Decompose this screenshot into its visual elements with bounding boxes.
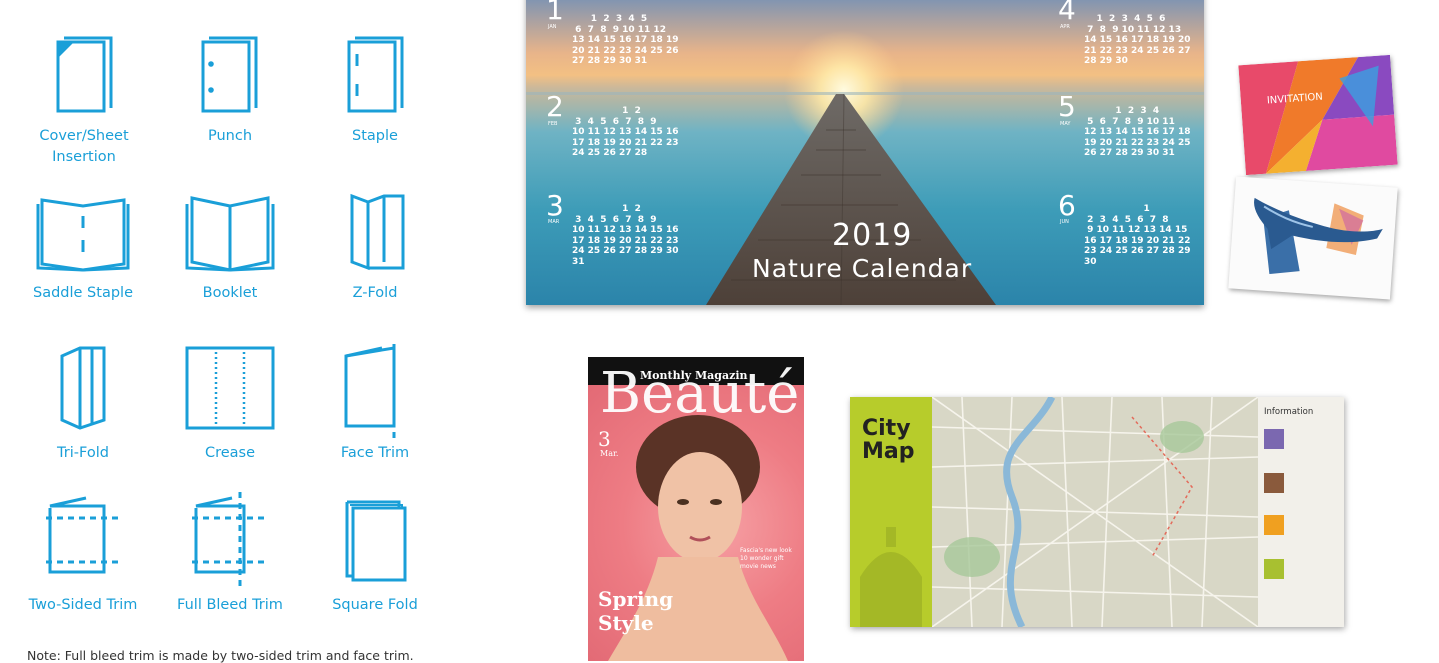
map-area-north-swatch bbox=[1264, 429, 1284, 449]
face-trim-label: Face Trim bbox=[340, 445, 410, 461]
calendar-month-6-days: 1 2 3 4 5 6 7 8 9 10 11 12 13 14 15 16 1… bbox=[1084, 204, 1191, 267]
full-bleed-trim-label: Full Bleed Trim bbox=[177, 597, 283, 613]
calendar-month-6-number: 6 bbox=[1058, 189, 1076, 222]
booklet-icon bbox=[185, 196, 275, 272]
punch-icon bbox=[201, 36, 258, 113]
cover-sheet-insertion-label: Cover/Sheet Insertion bbox=[39, 128, 129, 165]
calendar-year: 2019 bbox=[832, 218, 913, 253]
invitation-artwork bbox=[1238, 54, 1398, 176]
calendar-name: Nature Calendar bbox=[752, 254, 973, 283]
calendar-month-2-days: 1 2 3 4 5 6 7 8 9 10 11 12 13 14 15 16 1… bbox=[572, 106, 679, 158]
z-fold-icon bbox=[350, 193, 405, 271]
map-info-panel: Information bbox=[1258, 397, 1344, 627]
calendar-month-4-number: 4 bbox=[1058, 0, 1076, 26]
two-sided-trim-icon bbox=[46, 496, 120, 574]
magazine-headline: Spring Style bbox=[598, 587, 674, 635]
magazine-issue: 3 bbox=[598, 427, 611, 451]
invitation-card: INVITATION bbox=[1238, 54, 1398, 176]
calendar-month-3-days: 1 2 3 4 5 6 7 8 9 10 11 12 13 14 15 16 1… bbox=[572, 204, 679, 267]
face-trim-icon bbox=[344, 344, 396, 440]
staple-icon bbox=[347, 36, 404, 113]
two-sided-trim-label: Two-Sided Trim bbox=[28, 597, 138, 613]
punch-label: Punch bbox=[207, 128, 253, 144]
map-streets bbox=[932, 397, 1258, 627]
calendar-month-6-abbr: JUN bbox=[1060, 219, 1069, 225]
calendar-month-2-abbr: FEB bbox=[548, 121, 558, 127]
calendar-month-5-number: 5 bbox=[1058, 90, 1076, 123]
city-map-sample: City Map Information bbox=[850, 397, 1344, 627]
map-info-title: Information bbox=[1264, 407, 1314, 417]
tri-fold-label: Tri-Fold bbox=[57, 445, 109, 461]
square-fold-icon bbox=[345, 500, 407, 582]
map-dome-graphic bbox=[860, 527, 922, 627]
magazine-title: Beauté bbox=[600, 361, 800, 426]
map-streets-area bbox=[932, 397, 1258, 627]
magazine-sample: Monthly Magazin Beauté 3 Mar. Fascia's n… bbox=[588, 357, 804, 661]
staple-label: Staple bbox=[352, 128, 398, 144]
calendar-month-1-abbr: JAN bbox=[548, 24, 557, 30]
whale-card bbox=[1228, 176, 1398, 300]
crease-label: Crease bbox=[204, 445, 256, 461]
whale-artwork bbox=[1254, 197, 1383, 275]
booklet-label: Booklet bbox=[202, 285, 258, 301]
magazine-side-text: Fascia's new look 10 wonder gift movie n… bbox=[740, 547, 792, 570]
calendar-month-2-number: 2 bbox=[546, 90, 564, 123]
calendar-month-1-days: 1 2 3 4 5 6 7 8 9 10 11 12 13 14 15 16 1… bbox=[572, 14, 679, 66]
saddle-staple-label: Saddle Staple bbox=[33, 285, 133, 301]
cover-sheet-insertion-icon bbox=[56, 36, 113, 113]
tri-fold-icon bbox=[60, 346, 106, 430]
magazine-month: Mar. bbox=[600, 449, 619, 458]
z-fold-label: Z-Fold bbox=[352, 285, 398, 301]
calendar-sample: 1 JAN 1 2 3 4 5 6 7 8 9 10 11 12 13 14 1… bbox=[526, 0, 1204, 305]
calendar-month-5-days: 1 2 3 4 5 6 7 8 9 10 11 12 13 14 15 16 1… bbox=[1084, 106, 1191, 158]
saddle-staple-icon bbox=[36, 198, 130, 272]
calendar-month-4-abbr: APR bbox=[1060, 24, 1070, 30]
crease-icon bbox=[185, 346, 275, 430]
calendar-month-3-abbr: MAR bbox=[548, 219, 560, 225]
calendar-month-3-number: 3 bbox=[546, 189, 564, 222]
calendar-month-1-number: 1 bbox=[546, 0, 564, 26]
full-bleed-trim-icon bbox=[192, 492, 268, 588]
calendar-month-4-days: 1 2 3 4 5 6 7 8 9 10 11 12 13 14 15 16 1… bbox=[1084, 14, 1191, 66]
map-area-east-swatch bbox=[1264, 515, 1284, 535]
map-area-west-swatch bbox=[1264, 559, 1284, 579]
map-title: City Map bbox=[862, 416, 915, 464]
map-area-south-swatch bbox=[1264, 473, 1284, 493]
calendar-month-5-abbr: MAY bbox=[1060, 121, 1071, 127]
square-fold-label: Square Fold bbox=[332, 597, 418, 613]
